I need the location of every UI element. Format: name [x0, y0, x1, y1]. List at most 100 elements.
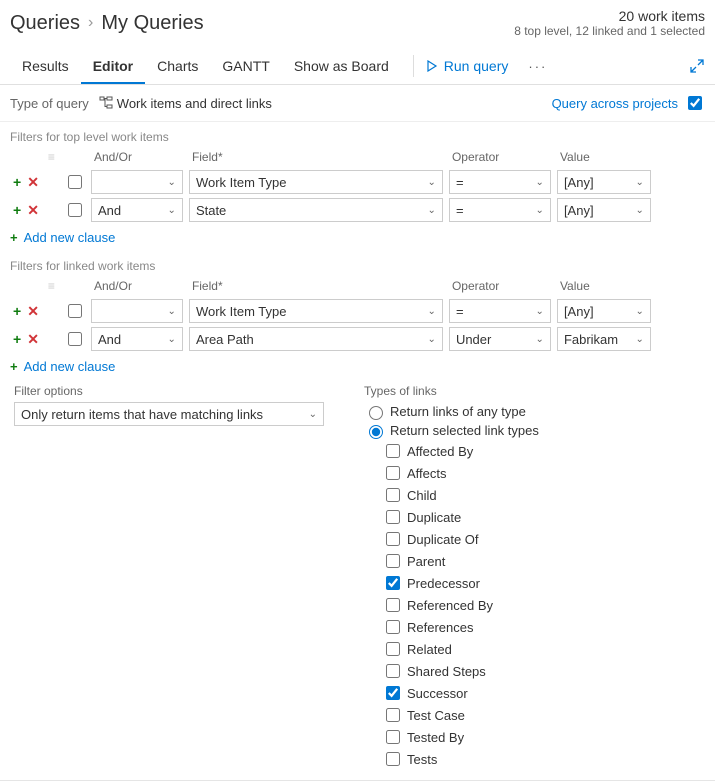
link-type-checkbox[interactable]: [386, 686, 400, 700]
col-operator: Operator: [446, 146, 554, 168]
add-row-icon[interactable]: +: [13, 202, 21, 218]
andor-select[interactable]: And⌄: [91, 198, 183, 222]
tab-charts[interactable]: Charts: [145, 48, 210, 84]
query-across-projects[interactable]: Query across projects: [552, 93, 705, 113]
field-select[interactable]: Work Item Type⌄: [189, 170, 443, 194]
link-type-row[interactable]: Duplicate: [364, 506, 539, 528]
add-row-icon[interactable]: +: [13, 174, 21, 190]
value-select[interactable]: [Any]⌄: [557, 198, 651, 222]
delete-row-icon[interactable]: ✕: [27, 303, 39, 319]
link-type-checkbox[interactable]: [386, 598, 400, 612]
tab-results[interactable]: Results: [10, 48, 81, 84]
play-icon: [426, 60, 438, 72]
link-type-row[interactable]: Tested By: [364, 726, 539, 748]
link-type-checkbox[interactable]: [386, 510, 400, 524]
operator-select[interactable]: =⌄: [449, 198, 551, 222]
add-clause-top[interactable]: + Add new clause: [0, 224, 715, 251]
link-type-row[interactable]: Successor: [364, 682, 539, 704]
tab-editor[interactable]: Editor: [81, 48, 145, 84]
link-type-checkbox[interactable]: [386, 620, 400, 634]
radio-any-input[interactable]: [369, 406, 383, 420]
link-type-label: Child: [407, 488, 437, 503]
types-of-links-label: Types of links: [364, 384, 539, 398]
expand-icon[interactable]: [689, 58, 705, 74]
value-select[interactable]: Fabrikam⌄: [557, 327, 651, 351]
breadcrumb: Queries › My Queries: [10, 8, 204, 38]
field-select[interactable]: Area Path⌄: [189, 327, 443, 351]
link-type-checkbox[interactable]: [386, 576, 400, 590]
linked-section-label: Filters for linked work items: [0, 251, 715, 275]
radio-selected-types[interactable]: Return selected link types: [364, 421, 539, 440]
link-type-checkbox[interactable]: [386, 466, 400, 480]
link-type-row[interactable]: Related: [364, 638, 539, 660]
filter-options-select[interactable]: Only return items that have matching lin…: [14, 402, 324, 426]
row-checkbox[interactable]: [68, 304, 82, 318]
link-type-row[interactable]: Shared Steps: [364, 660, 539, 682]
query-type-label: Type of query: [10, 96, 89, 111]
col-value: Value: [554, 275, 654, 297]
andor-select[interactable]: ⌄: [91, 299, 183, 323]
radio-any-type[interactable]: Return links of any type: [364, 402, 539, 421]
link-type-checkbox[interactable]: [386, 554, 400, 568]
row-checkbox[interactable]: [68, 332, 82, 346]
link-type-row[interactable]: Child: [364, 484, 539, 506]
col-andor: And/Or: [88, 146, 186, 168]
operator-select[interactable]: Under⌄: [449, 327, 551, 351]
andor-select[interactable]: And⌄: [91, 327, 183, 351]
field-select[interactable]: State⌄: [189, 198, 443, 222]
value-select[interactable]: [Any]⌄: [557, 299, 651, 323]
radio-selected-input[interactable]: [369, 425, 383, 439]
radio-any-label: Return links of any type: [390, 404, 526, 419]
value-select[interactable]: [Any]⌄: [557, 170, 651, 194]
query-type-value[interactable]: Work items and direct links: [99, 96, 272, 111]
andor-select[interactable]: ⌄: [91, 170, 183, 194]
tab-show-as-board[interactable]: Show as Board: [282, 48, 401, 84]
link-type-checkbox[interactable]: [386, 444, 400, 458]
link-type-checkbox[interactable]: [386, 642, 400, 656]
delete-row-icon[interactable]: ✕: [27, 202, 39, 218]
link-type-checkbox[interactable]: [386, 752, 400, 766]
link-type-checkbox[interactable]: [386, 664, 400, 678]
row-checkbox[interactable]: [68, 203, 82, 217]
add-clause-linked[interactable]: + Add new clause: [0, 353, 715, 380]
add-clause-label: Add new clause: [24, 359, 116, 374]
link-type-label: Affected By: [407, 444, 473, 459]
delete-row-icon[interactable]: ✕: [27, 331, 39, 347]
delete-row-icon[interactable]: ✕: [27, 174, 39, 190]
tree-icon: [99, 96, 113, 110]
field-select[interactable]: Work Item Type⌄: [189, 299, 443, 323]
link-type-checkbox[interactable]: [386, 532, 400, 546]
stats-main: 20 work items: [514, 8, 705, 24]
breadcrumb-current[interactable]: My Queries: [101, 12, 203, 35]
link-type-row[interactable]: Test Case: [364, 704, 539, 726]
linked-filters-table: ≡ And/Or Field* Operator Value + ✕ ⌄ Wor…: [10, 275, 654, 353]
drag-icon: ≡: [48, 150, 55, 164]
link-type-row[interactable]: Duplicate Of: [364, 528, 539, 550]
operator-select[interactable]: =⌄: [449, 299, 551, 323]
link-type-checkbox[interactable]: [386, 488, 400, 502]
link-type-row[interactable]: Predecessor: [364, 572, 539, 594]
tab-gantt[interactable]: GANTT: [210, 48, 281, 84]
col-andor: And/Or: [88, 275, 186, 297]
run-query-label: Run query: [444, 58, 509, 74]
link-type-row[interactable]: Affects: [364, 462, 539, 484]
breadcrumb-root[interactable]: Queries: [10, 12, 80, 35]
link-type-row[interactable]: Affected By: [364, 440, 539, 462]
add-clause-label: Add new clause: [24, 230, 116, 245]
across-checkbox[interactable]: [688, 96, 702, 110]
drag-icon: ≡: [48, 279, 55, 293]
add-row-icon[interactable]: +: [13, 303, 21, 319]
link-type-checkbox[interactable]: [386, 730, 400, 744]
more-menu[interactable]: ···: [528, 59, 547, 74]
link-type-row[interactable]: Referenced By: [364, 594, 539, 616]
query-type-text: Work items and direct links: [117, 96, 272, 111]
add-row-icon[interactable]: +: [13, 331, 21, 347]
operator-select[interactable]: =⌄: [449, 170, 551, 194]
link-type-row[interactable]: Tests: [364, 748, 539, 770]
run-query-button[interactable]: Run query: [426, 58, 509, 74]
link-type-row[interactable]: Parent: [364, 550, 539, 572]
link-type-checkbox[interactable]: [386, 708, 400, 722]
row-checkbox[interactable]: [68, 175, 82, 189]
filter-options-label: Filter options: [14, 384, 324, 398]
link-type-row[interactable]: References: [364, 616, 539, 638]
